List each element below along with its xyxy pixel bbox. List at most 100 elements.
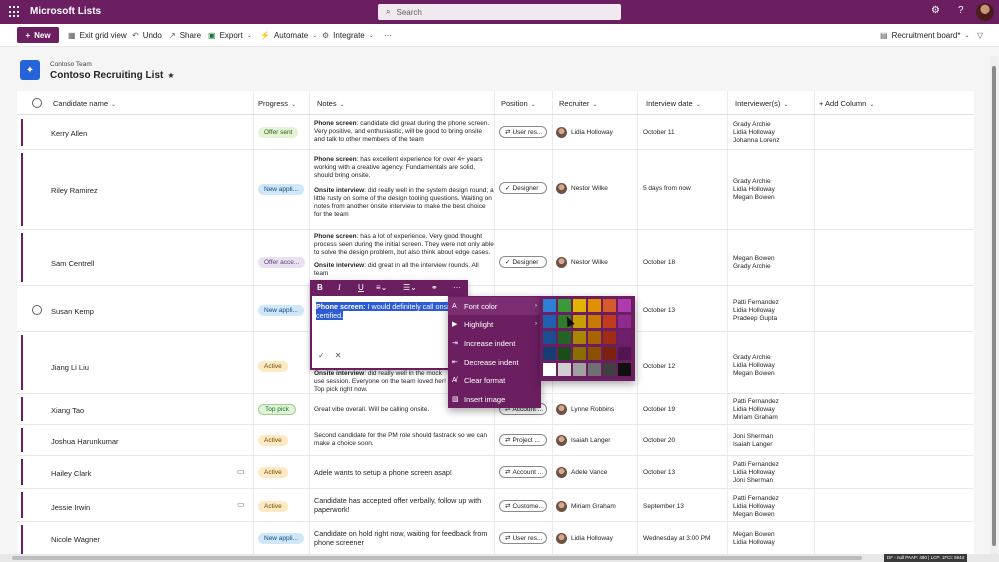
color-swatch[interactable] (588, 347, 601, 360)
link-icon[interactable]: ⚭ (431, 283, 438, 292)
color-swatch[interactable] (543, 331, 556, 344)
more-formatting-icon[interactable]: ··· (453, 283, 461, 292)
exit-grid-view-button[interactable]: ▦ Exit grid view (68, 31, 127, 40)
column-header-notes[interactable]: Notes ⌄ (317, 99, 345, 108)
interviewers-cell[interactable]: Megan Bowen Grady Archie (733, 255, 775, 271)
position-tag[interactable]: ⇄ Account ... (499, 466, 547, 478)
color-swatch[interactable] (618, 347, 631, 360)
table-row[interactable]: Jessie Irwin ▭ Active Candidate has acce… (17, 489, 974, 522)
interview-date[interactable]: October 18 (643, 259, 675, 266)
cancel-close-icon[interactable]: ✕ (335, 351, 342, 360)
table-row[interactable]: Hailey Clark ▭ Active Adele wants to set… (17, 456, 974, 489)
interview-date[interactable]: October 20 (643, 437, 675, 444)
recruiter-cell[interactable]: Lynne Robbins (556, 404, 614, 415)
position-tag[interactable]: ⇄ Project ... (499, 434, 547, 446)
color-swatch[interactable] (573, 363, 586, 376)
color-swatch[interactable] (543, 315, 556, 328)
interviewers-cell[interactable]: Grady Archie Lidia Holloway Megan Bowen (733, 354, 775, 378)
help-icon[interactable]: ? (958, 5, 964, 16)
select-all-radio[interactable] (32, 98, 42, 108)
settings-icon[interactable]: ⚙ (931, 5, 940, 16)
recruiter-cell[interactable]: Nestor Wilke (556, 257, 608, 268)
color-swatch[interactable] (558, 299, 571, 312)
recruiter-cell[interactable]: Lidia Holloway (556, 127, 613, 138)
recruiter-cell[interactable]: Nestor Wilke (556, 183, 608, 194)
table-row[interactable]: Riley Ramirez New appli... Phone screen:… (17, 150, 974, 230)
integrate-button[interactable]: ⚙ Integrate ⌄ (322, 31, 374, 40)
candidate-name[interactable]: Sam Centrell (51, 259, 94, 268)
color-swatch[interactable] (543, 363, 556, 376)
notes-cell[interactable]: Phone screen: candidate did great during… (314, 120, 494, 145)
column-header-progress[interactable]: Progress ⌄ (258, 99, 296, 108)
table-row[interactable]: Joshua Harunkumar Active Second candidat… (17, 425, 974, 456)
notes-cell[interactable]: Second candidate for the PM role should … (314, 432, 494, 448)
color-swatch[interactable] (543, 347, 556, 360)
menu-item-clear-format[interactable]: A̸ Clear format (448, 371, 541, 389)
add-column-button[interactable]: + Add Column ⌄ (819, 99, 874, 108)
candidate-name[interactable]: Riley Ramirez (51, 186, 98, 195)
color-swatch[interactable] (573, 315, 586, 328)
menu-item-font-color[interactable]: A Font color › (448, 297, 541, 315)
color-swatch[interactable] (603, 347, 616, 360)
progress-badge[interactable]: Top pick (258, 404, 296, 415)
column-header-name[interactable]: Candidate name ⌄ (53, 99, 116, 108)
candidate-name[interactable]: Xiang Tao (51, 406, 84, 415)
interview-date[interactable]: September 13 (643, 503, 684, 510)
menu-item-decrease-indent[interactable]: ⇤ Decrease indent (448, 353, 541, 371)
interview-date[interactable]: October 13 (643, 469, 675, 476)
progress-badge[interactable]: New appli... (258, 533, 304, 544)
column-header-recruiter[interactable]: Recruiter ⌄ (559, 99, 597, 108)
search-box[interactable]: ⌕ Search (378, 4, 621, 20)
candidate-name[interactable]: Joshua Harunkumar (51, 437, 119, 446)
color-swatch[interactable] (603, 363, 616, 376)
color-swatch[interactable] (588, 363, 601, 376)
new-button[interactable]: + New (17, 27, 59, 43)
undo-button[interactable]: ↶ Undo (132, 31, 162, 40)
comment-icon[interactable]: ▭ (237, 500, 245, 509)
interviewers-cell[interactable]: Patti Fernandez Lidia Holloway Miriam Grah… (733, 398, 779, 422)
progress-badge[interactable]: Active (258, 361, 288, 372)
recruiter-cell[interactable]: Isaiah Langer (556, 435, 610, 446)
color-swatch[interactable] (603, 331, 616, 344)
color-swatch[interactable] (618, 331, 631, 344)
progress-badge[interactable]: New appli... (258, 305, 304, 316)
color-swatch[interactable] (618, 315, 631, 328)
color-swatch[interactable] (543, 299, 556, 312)
color-swatch[interactable] (588, 299, 601, 312)
interviewers-cell[interactable]: Patti Fernandez Lidia Holloway Pradeep Gup… (733, 299, 779, 323)
notes-cell[interactable]: Adele wants to setup a phone screen asap… (314, 468, 494, 477)
color-swatch[interactable] (558, 331, 571, 344)
position-tag[interactable]: ⇄ User res... (499, 532, 547, 544)
confirm-check-icon[interactable]: ✓ (318, 351, 325, 360)
color-swatch[interactable] (573, 299, 586, 312)
automate-button[interactable]: ⚡ Automate ⌄ (260, 31, 317, 40)
italic-icon[interactable]: I (338, 283, 341, 292)
notes-cell[interactable]: Onsite interview: did really well in the… (314, 370, 454, 395)
filter-button[interactable]: ▽ (977, 31, 983, 40)
row-select-radio[interactable] (32, 305, 42, 315)
scrollbar-thumb[interactable] (992, 66, 996, 546)
interview-date[interactable]: October 19 (643, 406, 675, 413)
comment-icon[interactable]: ▭ (237, 467, 245, 476)
menu-item-highlight[interactable]: ▶ Highlight › (448, 315, 541, 333)
view-switcher[interactable]: ▤ Recruitment board* ⌄ (880, 31, 970, 40)
export-button[interactable]: ▣ Export ⌄ (208, 31, 252, 40)
progress-badge[interactable]: Active (258, 501, 288, 512)
interviewers-cell[interactable]: Grady Archie Lidia Holloway Megan Bowen (733, 178, 775, 202)
favorite-star-icon[interactable]: ★ (167, 71, 174, 80)
recruiter-cell[interactable]: Lidia Holloway (556, 533, 613, 544)
column-header-position[interactable]: Position ⌄ (501, 99, 536, 108)
notes-cell[interactable]: Phone screen: has excellent experience f… (314, 156, 494, 219)
position-tag[interactable]: ⇄ User res... (499, 126, 547, 138)
recruiter-cell[interactable]: Miriam Graham (556, 501, 616, 512)
notes-cell[interactable]: Candidate has accepted offer verbally, f… (314, 496, 494, 514)
color-swatch[interactable] (573, 347, 586, 360)
interviewers-cell[interactable]: Megan Bowen Lidia Holloway (733, 531, 775, 547)
horizontal-scrollbar[interactable] (0, 554, 999, 562)
align-icon[interactable]: ≡⌄ (376, 283, 387, 292)
table-row[interactable]: Kerry Allen Offer sent Phone screen: can… (17, 116, 974, 150)
color-swatch[interactable] (558, 363, 571, 376)
interviewers-cell[interactable]: Patti Fernandez Lidia Holloway Megan Bowen (733, 495, 779, 519)
interview-date[interactable]: October 12 (643, 363, 675, 370)
position-tag[interactable]: ⇄ Custome... (499, 500, 547, 512)
